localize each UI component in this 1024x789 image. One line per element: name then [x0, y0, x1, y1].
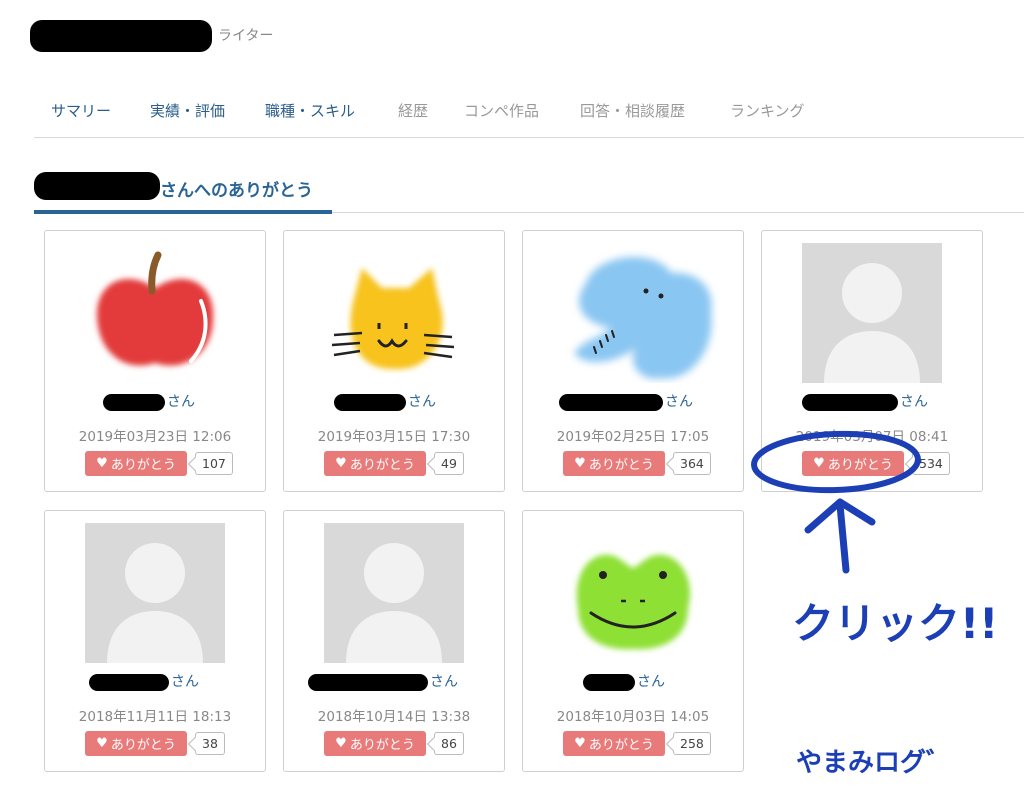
thanks-card: さん 2019年03月23日 12:06 ♥ ありがとう 107	[44, 230, 266, 492]
heart-icon: ♥	[335, 456, 347, 471]
sender-suffix: さん	[408, 394, 436, 410]
thanks-button[interactable]: ♥ ありがとう	[563, 451, 665, 476]
thanks-count: 38	[195, 732, 225, 755]
thanks-count: 364	[673, 452, 711, 475]
thanks-count: 49	[434, 452, 464, 475]
redacted-username	[30, 20, 212, 52]
thanks-button[interactable]: ♥ ありがとう	[324, 451, 426, 476]
tab-summary[interactable]: サマリー	[51, 100, 111, 121]
heart-icon: ♥	[574, 736, 586, 751]
thanks-count: 107	[195, 452, 233, 475]
redacted-sender	[559, 394, 663, 411]
thanks-date: 2019年03月23日 12:06	[78, 429, 232, 445]
thanks-button-label: ありがとう	[110, 458, 176, 473]
tab-career[interactable]: 経歴	[398, 100, 428, 121]
thanks-date: 2019年03月15日 17:30	[317, 429, 471, 445]
default-avatar	[324, 523, 464, 663]
tab-achievements[interactable]: 実績・評価	[150, 100, 225, 121]
default-avatar	[85, 523, 225, 663]
sender-suffix: さん	[171, 674, 199, 690]
thanks-count: 258	[673, 732, 711, 755]
redacted-sender	[308, 674, 428, 691]
apple-avatar	[96, 251, 214, 366]
thanks-button-label: ありがとう	[588, 738, 654, 753]
heart-icon: ♥	[574, 456, 586, 471]
thanks-card: さん 2019年03月15日 17:30 ♥ ありがとう 49	[283, 230, 505, 492]
thanks-button-label: ありがとう	[110, 738, 176, 753]
redacted-sender	[89, 674, 169, 691]
tab-answers[interactable]: 回答・相談履歴	[580, 100, 685, 121]
watermark-text: やまみログ゛	[796, 748, 953, 778]
tab-ranking[interactable]: ランキング	[730, 100, 805, 121]
thanks-date: 2018年11月11日 18:13	[78, 709, 232, 725]
thanks-date: 2018年10月03日 14:05	[556, 709, 710, 725]
frog-avatar	[576, 554, 691, 650]
sender-suffix: さん	[430, 674, 458, 690]
user-role: ライター	[218, 28, 274, 44]
cat-avatar	[331, 268, 455, 370]
tab-skills[interactable]: 職種・スキル	[265, 100, 355, 121]
elephant-avatar	[574, 256, 712, 379]
heart-icon: ♥	[96, 456, 108, 471]
sender-suffix: さん	[900, 394, 928, 410]
thanks-date: 2018年10月14日 13:38	[317, 709, 471, 725]
annotation-circle-arrow	[751, 430, 921, 574]
thanks-count: 86	[434, 732, 464, 755]
redacted-sender	[583, 674, 635, 691]
redacted-sender	[802, 394, 898, 411]
default-avatar	[802, 243, 942, 383]
section-underline	[34, 210, 332, 214]
tab-competition[interactable]: コンペ作品	[464, 100, 539, 121]
thanks-card: さん 2018年10月03日 14:05 ♥ ありがとう 258	[522, 510, 744, 772]
thanks-button[interactable]: ♥ ありがとう	[324, 731, 426, 756]
thanks-button[interactable]: ♥ ありがとう	[85, 731, 187, 756]
thanks-button-label: ありがとう	[588, 458, 654, 473]
thanks-card: さん 2019年02月25日 17:05 ♥ ありがとう 364	[522, 230, 744, 492]
thanks-date: 2019年02月25日 17:05	[556, 429, 710, 445]
thanks-button[interactable]: ♥ ありがとう	[85, 451, 187, 476]
section-header: さんへのありがとう	[34, 168, 1024, 214]
thanks-button-label: ありがとう	[349, 458, 415, 473]
annotation-click-text: クリック!!	[792, 599, 999, 648]
redacted-sender	[334, 394, 406, 411]
thanks-card: さん 2018年10月14日 13:38 ♥ ありがとう 86	[283, 510, 505, 772]
redacted-sender	[103, 394, 165, 411]
sender-suffix: さん	[167, 394, 195, 410]
heart-icon: ♥	[335, 736, 347, 751]
section-title: さんへのありがとう	[160, 181, 313, 201]
sender-suffix: さん	[665, 394, 693, 410]
heart-icon: ♥	[96, 736, 108, 751]
profile-tabs: サマリー 実績・評価 職種・スキル 経歴 コンペ作品 回答・相談履歴 ランキング	[34, 98, 1024, 138]
thanks-card: さん 2018年11月11日 18:13 ♥ ありがとう 38	[44, 510, 266, 772]
thanks-button-label: ありがとう	[349, 738, 415, 753]
redacted-username	[34, 172, 160, 200]
thanks-button[interactable]: ♥ ありがとう	[563, 731, 665, 756]
sender-suffix: さん	[637, 674, 665, 690]
